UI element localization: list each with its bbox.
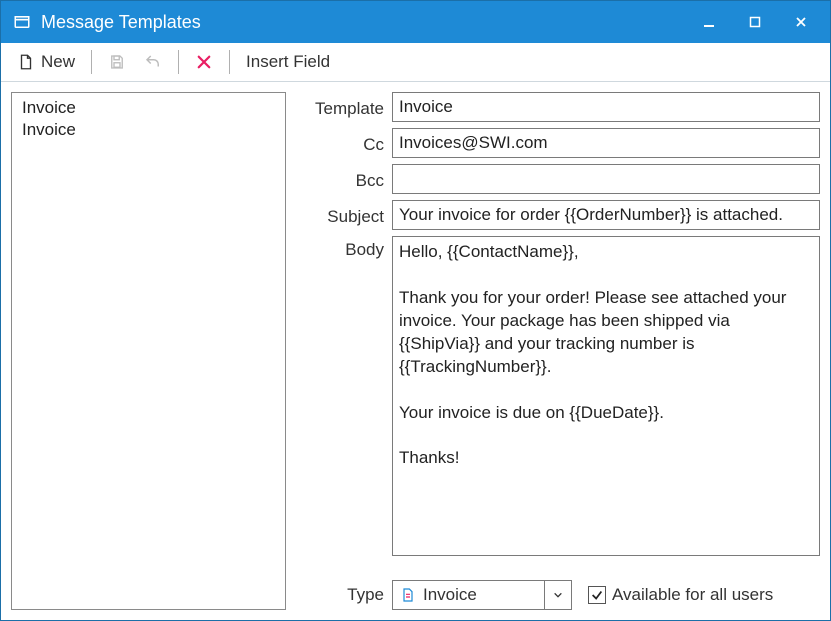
- template-name-input[interactable]: [392, 92, 820, 122]
- close-button[interactable]: [778, 6, 824, 38]
- body-textarea[interactable]: [392, 236, 820, 556]
- invoice-type-icon: [399, 586, 417, 604]
- toolbar-separator: [178, 50, 179, 74]
- body-label: Body: [294, 236, 384, 260]
- save-icon: [108, 53, 126, 71]
- subject-input[interactable]: [392, 200, 820, 230]
- message-templates-window: Message Templates New: [0, 0, 831, 621]
- new-button[interactable]: New: [11, 49, 81, 75]
- minimize-button[interactable]: [686, 6, 732, 38]
- cc-label: Cc: [294, 131, 384, 155]
- titlebar[interactable]: Message Templates: [1, 1, 830, 43]
- subject-label: Subject: [294, 203, 384, 227]
- toolbar: New: [1, 43, 830, 82]
- maximize-button[interactable]: [732, 6, 778, 38]
- template-form: Template Cc Bcc Subject Body Type: [294, 92, 820, 610]
- available-all-users-label: Available for all users: [612, 585, 773, 605]
- template-list[interactable]: Invoice Invoice: [11, 92, 286, 610]
- delete-button[interactable]: [189, 50, 219, 74]
- list-item[interactable]: Invoice: [18, 97, 279, 119]
- dropdown-arrow-icon[interactable]: [544, 581, 571, 609]
- available-all-users-checkbox[interactable]: Available for all users: [588, 585, 773, 605]
- new-icon: [17, 53, 35, 71]
- toolbar-separator: [91, 50, 92, 74]
- cc-input[interactable]: [392, 128, 820, 158]
- type-selected-text: Invoice: [423, 585, 538, 605]
- bcc-input[interactable]: [392, 164, 820, 194]
- type-label: Type: [294, 585, 384, 605]
- undo-button: [138, 50, 168, 74]
- undo-icon: [144, 53, 162, 71]
- insert-field-button[interactable]: Insert Field: [240, 49, 336, 75]
- checkbox-icon: [588, 586, 606, 604]
- app-icon: [13, 13, 31, 31]
- type-combobox[interactable]: Invoice: [392, 580, 572, 610]
- content-area: Invoice Invoice Template Cc Bcc Subject: [1, 82, 830, 620]
- list-item[interactable]: Invoice: [18, 119, 279, 141]
- insert-field-label: Insert Field: [246, 52, 330, 72]
- template-label: Template: [294, 95, 384, 119]
- window-title: Message Templates: [41, 12, 201, 33]
- bcc-label: Bcc: [294, 167, 384, 191]
- toolbar-separator: [229, 50, 230, 74]
- delete-icon: [195, 53, 213, 71]
- save-button: [102, 50, 132, 74]
- new-label: New: [41, 52, 75, 72]
